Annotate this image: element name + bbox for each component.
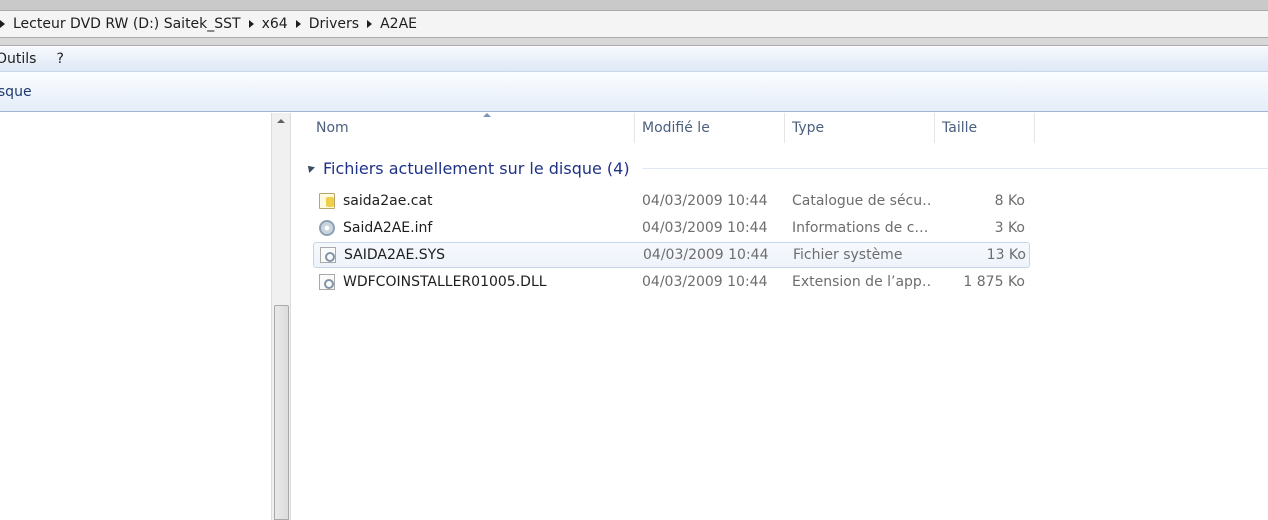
file-list-pane: Nom Modifié le Type Taille Fichiers actu… (292, 113, 1268, 520)
file-modified: 04/03/2009 10:44 (642, 193, 768, 209)
file-name: SAIDA2AE.SYS (344, 247, 446, 263)
file-size: 8 Ko (994, 193, 1025, 209)
toolbar-separator (0, 38, 1268, 46)
breadcrumb-label[interactable]: A2AE (380, 16, 417, 32)
breadcrumb-item-drivers[interactable]: Drivers (288, 11, 359, 37)
file-name-cell: WDFCOINSTALLER01005.DLL (319, 269, 629, 295)
breadcrumb-label[interactable]: x64 (262, 16, 288, 32)
chevron-right-icon[interactable] (367, 20, 373, 28)
chevron-right-icon[interactable] (295, 20, 301, 28)
breadcrumb-item-drive[interactable]: Lecteur DVD RW (D:) Saitek_SST (0, 11, 241, 37)
scroll-up-arrow-icon[interactable] (277, 119, 285, 123)
breadcrumb-label[interactable]: Drivers (309, 16, 359, 32)
scrollbar-thumb[interactable] (274, 305, 289, 520)
file-row[interactable]: SaidA2AE.inf 04/03/2009 10:44 Informatio… (313, 215, 1030, 241)
dll-file-icon (319, 274, 335, 290)
file-name-cell: SAIDA2AE.SYS (320, 243, 630, 267)
catalog-file-icon (319, 193, 335, 209)
column-header-label: Taille (942, 120, 978, 136)
column-header-label: Modifié le (642, 120, 710, 136)
file-type: Catalogue de sécu… (792, 193, 932, 209)
file-row[interactable]: WDFCOINSTALLER01005.DLL 04/03/2009 10:44… (313, 269, 1030, 295)
navigation-pane[interactable] (0, 113, 271, 520)
file-type: Informations de c… (792, 220, 929, 236)
breadcrumb-item-x64[interactable]: x64 (241, 11, 288, 37)
column-header-size[interactable]: Taille (935, 113, 1035, 143)
file-row-selected[interactable]: SAIDA2AE.SYS 04/03/2009 10:44 Fichier sy… (313, 242, 1030, 268)
group-title: Fichiers actuellement sur le disque (4) (323, 158, 630, 178)
command-bar: isque (0, 72, 1268, 112)
file-size: 3 Ko (994, 220, 1025, 236)
file-name: WDFCOINSTALLER01005.DLL (343, 274, 547, 290)
menu-bar: Outils ? (0, 47, 1268, 72)
file-type: Extension de l’app… (792, 274, 932, 290)
file-size: 13 Ko (986, 247, 1026, 263)
file-name-cell: SaidA2AE.inf (319, 215, 629, 241)
breadcrumb-label[interactable]: Lecteur DVD RW (D:) Saitek_SST (13, 16, 241, 32)
column-header-type[interactable]: Type (785, 113, 935, 143)
sort-ascending-icon (483, 113, 491, 117)
file-name: saida2ae.cat (343, 193, 433, 209)
column-header-label: Nom (316, 120, 349, 136)
file-modified: 04/03/2009 10:44 (643, 247, 769, 263)
file-name-cell: saida2ae.cat (319, 188, 629, 214)
column-header-label: Type (792, 120, 825, 136)
chevron-right-icon[interactable] (0, 20, 5, 28)
system-file-icon (320, 247, 336, 263)
breadcrumb-item-a2ae[interactable]: A2AE (359, 11, 417, 37)
file-type: Fichier système (793, 247, 903, 263)
chevron-right-icon[interactable] (248, 20, 254, 28)
column-header-modified[interactable]: Modifié le (635, 113, 785, 143)
group-divider (641, 167, 1268, 169)
file-size: 1 875 Ko (963, 274, 1025, 290)
breadcrumb[interactable]: Lecteur DVD RW (D:) Saitek_SST x64 Drive… (0, 10, 1268, 38)
window-top-edge (0, 0, 1268, 10)
menu-item-help[interactable]: ? (56, 51, 63, 67)
column-header-name[interactable]: Nom (309, 113, 635, 143)
file-modified: 04/03/2009 10:44 (642, 274, 768, 290)
collapse-group-icon[interactable] (305, 163, 315, 173)
setup-info-file-icon (319, 220, 335, 236)
file-modified: 04/03/2009 10:44 (642, 220, 768, 236)
file-row[interactable]: saida2ae.cat 04/03/2009 10:44 Catalogue … (313, 188, 1030, 214)
group-header[interactable]: Fichiers actuellement sur le disque (4) (305, 157, 1268, 179)
navigation-scrollbar[interactable] (271, 113, 291, 520)
command-burn-to-disc[interactable]: isque (0, 84, 32, 100)
menu-item-outils[interactable]: Outils (0, 51, 36, 67)
file-name: SaidA2AE.inf (343, 220, 433, 236)
